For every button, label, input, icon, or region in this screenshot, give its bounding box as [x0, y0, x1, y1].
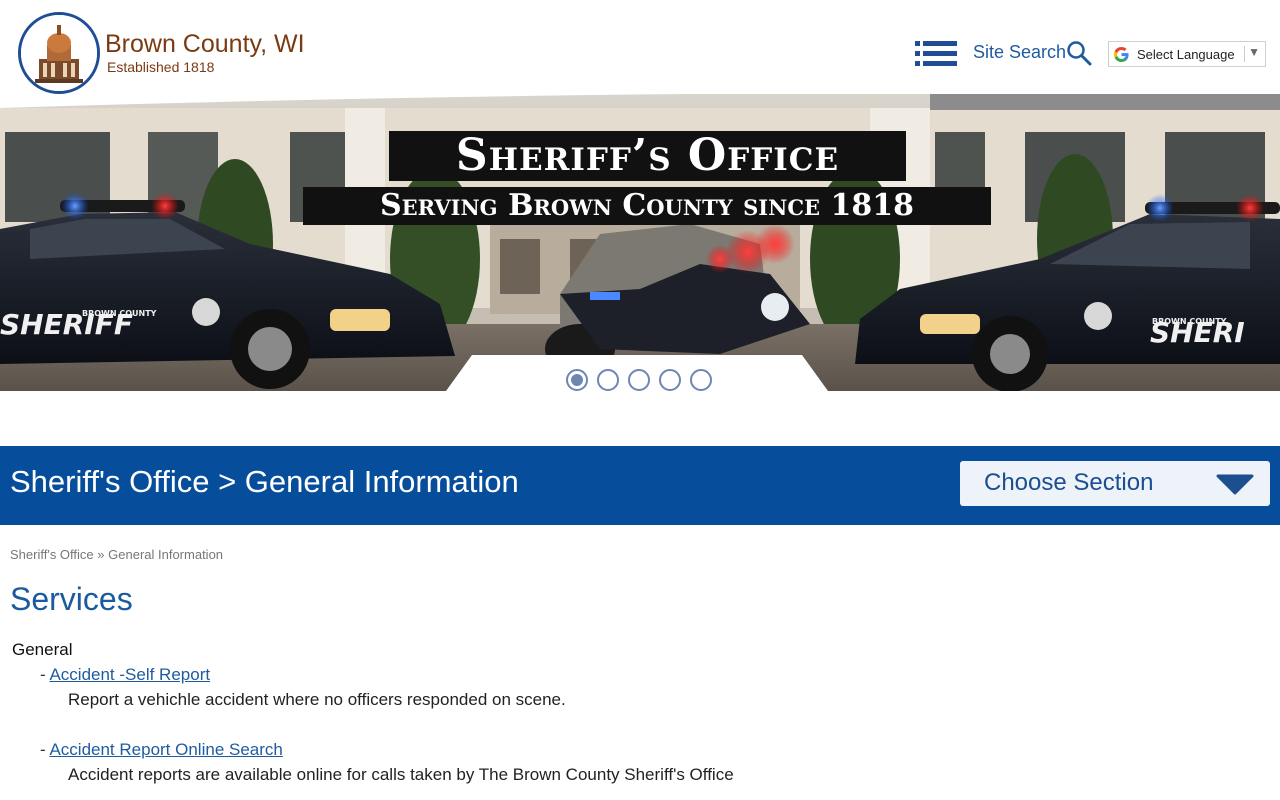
language-select-label: Select Language — [1137, 47, 1235, 62]
breadcrumb-current: General Information — [108, 547, 224, 562]
service-description: Report a vehichle accident where no offi… — [68, 690, 566, 709]
county-seal-logo[interactable] — [18, 12, 100, 94]
search-icon[interactable] — [1066, 40, 1092, 66]
breadcrumb-separator: » — [97, 547, 105, 562]
service-item: - Accident Report Online Search — [40, 740, 283, 760]
slide-dot-5[interactable] — [690, 369, 712, 391]
brand-name[interactable]: Brown County, WI — [105, 30, 305, 59]
service-item: - Accident -Self Report — [40, 665, 210, 685]
section-title: Sheriff's Office > General Information — [10, 464, 519, 499]
svg-text:BROWN COUNTY: BROWN COUNTY — [82, 309, 157, 318]
hero-slideshow: SHERIFF BROWN COUNTY SHERI BROWN COUNTY … — [0, 94, 1280, 391]
brand-established: Established 1818 — [107, 59, 215, 75]
breadcrumb-link-sheriffs-office[interactable]: Sheriff's Office — [10, 547, 94, 562]
breadcrumb: Sheriff's Office » General Information — [10, 547, 223, 562]
choose-section-dropdown[interactable]: Choose Section — [960, 461, 1270, 506]
service-description: Accident reports are available online fo… — [68, 765, 734, 784]
language-divider — [1244, 46, 1245, 62]
courthouse-icon — [21, 15, 97, 91]
group-label: General — [12, 640, 73, 659]
slide-dot-4[interactable] — [659, 369, 681, 391]
chevron-down-icon — [1216, 474, 1254, 495]
slide-dot-1[interactable] — [566, 369, 588, 391]
slide-dot-2[interactable] — [597, 369, 619, 391]
choose-section-label: Choose Section — [984, 469, 1154, 496]
site-header: Brown County, WI Established 1818 Site S… — [0, 0, 1280, 104]
page-title: Services — [10, 581, 133, 617]
svg-text:BROWN COUNTY: BROWN COUNTY — [1152, 317, 1227, 326]
slide-dot-3[interactable] — [628, 369, 650, 391]
google-icon — [1113, 46, 1129, 63]
site-search-link[interactable]: Site Search — [973, 42, 1066, 63]
service-link-accident-report-online-search[interactable]: Accident Report Online Search — [49, 740, 282, 759]
hero-subtitle: Serving Brown County since 1818 — [303, 187, 991, 225]
chevron-down-icon: ▼ — [1248, 45, 1260, 59]
service-link-accident-self-report[interactable]: Accident -Self Report — [49, 665, 210, 684]
hero-title: Sheriff’s Office — [389, 131, 906, 181]
language-select[interactable]: Select Language ▼ — [1108, 41, 1266, 67]
menu-icon[interactable] — [915, 41, 957, 66]
